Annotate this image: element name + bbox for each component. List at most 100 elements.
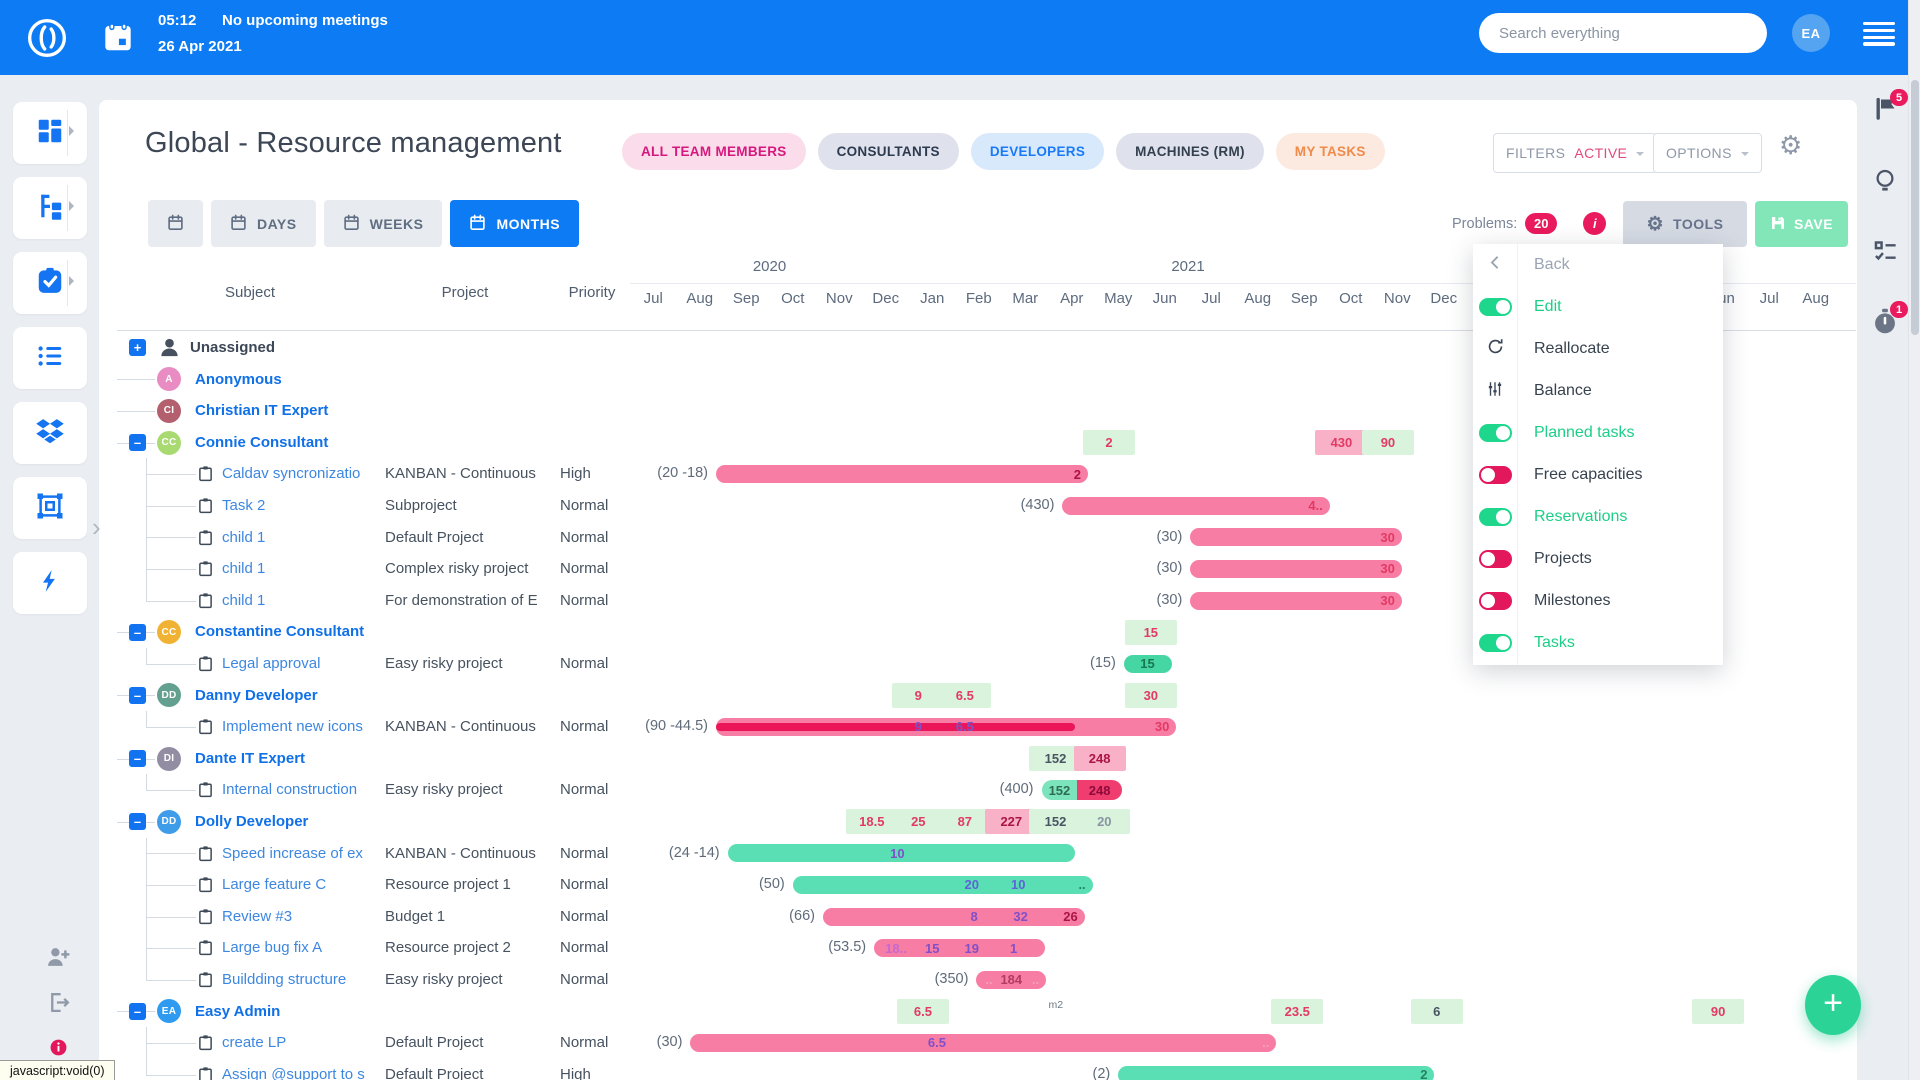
right-rail-flag[interactable]: 5	[1870, 89, 1908, 126]
member-name-link[interactable]: Dolly Developer	[195, 813, 308, 830]
sidebar-expand-chevron-icon[interactable]: ›	[92, 512, 101, 543]
menu-item-edit[interactable]: Edit	[1473, 286, 1723, 328]
filter-pill-developers[interactable]: DEVELOPERS	[970, 133, 1105, 170]
month-label[interactable]: Oct	[1339, 290, 1362, 307]
toggle-on-icon[interactable]	[1478, 634, 1512, 652]
avatar[interactable]: DD	[157, 809, 181, 834]
task-link[interactable]: Large bug fix A	[222, 939, 374, 956]
page-scrollbar[interactable]	[1908, 0, 1920, 1080]
gantt-bar[interactable]: 30	[716, 717, 1177, 736]
task-link[interactable]: create LP	[222, 1034, 374, 1051]
allocation-cell[interactable]: 30	[1124, 682, 1177, 708]
member-name-link[interactable]: Constantine Consultant	[195, 623, 364, 640]
sidebar-item-tasks[interactable]	[13, 252, 87, 314]
month-label[interactable]: Jul	[1202, 290, 1221, 307]
view-months-button[interactable]: MONTHS	[450, 200, 580, 247]
expand-toggle[interactable]: –	[129, 1002, 146, 1020]
allocation-cell[interactable]: 6.5	[938, 682, 991, 708]
allocation-cell[interactable]: 6	[1410, 998, 1463, 1024]
allocation-cell[interactable]: 2	[1082, 430, 1135, 456]
avatar[interactable]: DD	[157, 683, 181, 708]
member-name-link[interactable]: Easy Admin	[195, 1003, 280, 1020]
right-rail-lightbulb[interactable]	[1870, 168, 1900, 198]
menu-item-planned-tasks[interactable]: Planned tasks	[1473, 412, 1723, 454]
menu-item-reservations[interactable]: Reservations	[1473, 496, 1723, 538]
calendar-icon[interactable]	[104, 22, 132, 57]
gantt-bar[interactable]: 2	[1118, 1065, 1435, 1080]
task-link[interactable]: child 1	[222, 560, 374, 577]
gantt-bar-segmented[interactable]: 152 248	[1041, 780, 1122, 801]
tools-button[interactable]: ⚙ TOOLS	[1623, 201, 1747, 247]
task-link[interactable]: Legal approval	[222, 655, 374, 672]
gantt-bar[interactable]: 2	[716, 465, 1089, 484]
save-button[interactable]: SAVE	[1755, 201, 1848, 247]
menu-item-balance[interactable]: Balance	[1473, 370, 1723, 412]
allocation-cell[interactable]: 248	[1073, 746, 1126, 772]
task-link[interactable]: child 1	[222, 592, 374, 609]
filter-pill-consultants[interactable]: CONSULTANTS	[817, 133, 959, 170]
menu-item-back[interactable]: Back	[1473, 244, 1723, 286]
gantt-bar[interactable]: 30	[1190, 528, 1402, 547]
expand-toggle[interactable]: –	[129, 750, 146, 768]
expand-toggle[interactable]: –	[129, 623, 146, 641]
avatar[interactable]: A	[157, 367, 181, 392]
filter-pill-machines-rm[interactable]: MACHINES (RM)	[1116, 133, 1264, 170]
gantt-bar[interactable]: 30	[1190, 591, 1402, 610]
expand-toggle[interactable]: +	[129, 339, 146, 357]
gantt-bar[interactable]: 26	[822, 907, 1085, 926]
task-link[interactable]: child 1	[222, 529, 374, 546]
right-rail-checklist[interactable]	[1870, 239, 1900, 269]
column-header-subject[interactable]: Subject	[205, 284, 295, 301]
month-label[interactable]: Sep	[733, 290, 760, 307]
allocation-cell[interactable]: 9	[892, 682, 945, 708]
task-link[interactable]: Implement new icons	[222, 718, 374, 735]
allocation-cell[interactable]: 87	[938, 809, 991, 835]
member-name-link[interactable]: Christian IT Expert	[195, 402, 328, 419]
expand-toggle[interactable]: –	[129, 686, 146, 704]
allocation-cell[interactable]: 20	[1078, 809, 1131, 835]
month-label[interactable]: Aug	[1802, 290, 1829, 307]
allocation-cell[interactable]: 90	[1692, 998, 1745, 1024]
month-label[interactable]: May	[1104, 290, 1132, 307]
allocation-cell[interactable]: 15	[1124, 619, 1177, 645]
task-link[interactable]: Internal construction	[222, 781, 374, 798]
task-link[interactable]: Assign @support to s	[222, 1066, 374, 1080]
month-label[interactable]: Aug	[1244, 290, 1271, 307]
view-weeks-button[interactable]: WEEKS	[323, 200, 443, 247]
month-label[interactable]: Oct	[781, 290, 804, 307]
member-name-link[interactable]: Connie Consultant	[195, 434, 328, 451]
menu-item-projects[interactable]: Projects	[1473, 538, 1723, 580]
gantt-bar[interactable]: 4..	[1062, 496, 1330, 515]
filter-pill-my-tasks[interactable]: MY TASKS	[1275, 133, 1385, 170]
month-label[interactable]: Dec	[872, 290, 899, 307]
toggle-off-icon[interactable]	[1478, 550, 1512, 568]
month-label[interactable]: Jul	[644, 290, 663, 307]
settings-gear-icon[interactable]: ⚙	[1779, 130, 1802, 161]
gantt-bar[interactable]: 30	[1190, 559, 1402, 578]
avatar[interactable]: CI	[157, 398, 181, 423]
month-label[interactable]: Jun	[1153, 290, 1177, 307]
task-link[interactable]: Large feature C	[222, 876, 374, 893]
app-logo-icon[interactable]	[26, 17, 68, 64]
column-header-priority[interactable]: Priority	[557, 284, 627, 301]
expand-toggle[interactable]: –	[129, 434, 146, 452]
milestone-label[interactable]: m2	[1049, 999, 1064, 1011]
avatar[interactable]: CC	[157, 620, 181, 645]
allocation-cell[interactable]: 90	[1361, 430, 1414, 456]
allocation-cell[interactable]: 6.5	[896, 998, 949, 1024]
view-calendar-button[interactable]	[148, 200, 203, 247]
member-name-link[interactable]: Danny Developer	[195, 687, 318, 704]
avatar[interactable]: DI	[157, 746, 181, 771]
month-label[interactable]: Mar	[1012, 290, 1038, 307]
user-avatar[interactable]: EA	[1792, 14, 1830, 52]
sidebar-item-hierarchy[interactable]	[13, 177, 87, 239]
menu-item-milestones[interactable]: Milestones	[1473, 580, 1723, 622]
month-label[interactable]: Jan	[920, 290, 944, 307]
task-link[interactable]: Review #3	[222, 908, 374, 925]
task-link[interactable]: Caldav syncronizatio	[222, 465, 374, 482]
gantt-bar[interactable]: ..	[690, 1033, 1277, 1052]
allocation-cell[interactable]: 152	[1029, 809, 1082, 835]
month-label[interactable]: Apr	[1060, 290, 1083, 307]
task-link[interactable]: Task 2	[222, 497, 374, 514]
month-label[interactable]: Dec	[1430, 290, 1457, 307]
